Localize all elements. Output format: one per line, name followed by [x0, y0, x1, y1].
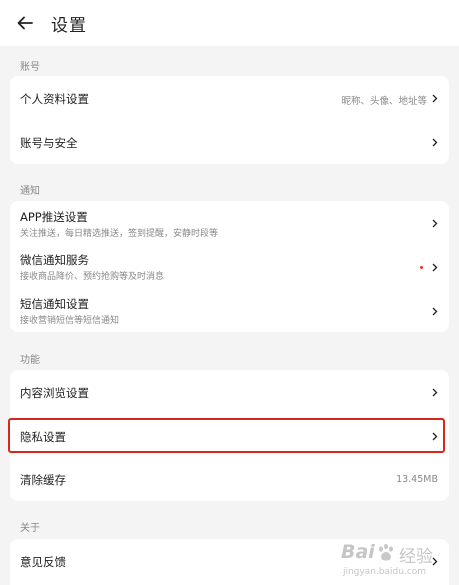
- row-clear-cache[interactable]: 清除缓存 13.45MB: [10, 457, 449, 501]
- row-privacy-settings[interactable]: 隐私设置: [10, 414, 449, 457]
- watermark-brand-cn: 经验: [399, 547, 433, 567]
- row-account-security[interactable]: 账号与安全: [10, 120, 449, 164]
- section-label-notify: 通知: [20, 186, 40, 197]
- section-label-about: 关于: [20, 523, 40, 534]
- page-title: 设置: [51, 16, 87, 36]
- row-content-browse-settings[interactable]: 内容浏览设置: [10, 370, 449, 414]
- notify-card: APP推送设置 关注推送，每日精选推送，签到提醒，安静时段等 微信通知服务 接收…: [10, 201, 449, 332]
- watermark-brand: Bai: [341, 541, 375, 563]
- chevron-right-icon: [432, 263, 438, 272]
- chevron-right-icon: [432, 432, 438, 441]
- top-bar: 设置: [0, 0, 459, 46]
- row-title: 账号与安全: [20, 136, 78, 150]
- row-title: 短信通知设置: [20, 297, 89, 311]
- row-title: 隐私设置: [20, 430, 66, 444]
- chevron-right-icon: [432, 388, 438, 397]
- row-profile-settings[interactable]: 个人资料设置 昵称、头像、地址等: [10, 76, 449, 120]
- row-title: 内容浏览设置: [20, 386, 89, 400]
- section-label-feature: 功能: [20, 355, 40, 366]
- row-title: 清除缓存: [20, 473, 66, 487]
- row-app-push-settings[interactable]: APP推送设置 关注推送，每日精选推送，签到提醒，安静时段等: [10, 201, 449, 245]
- section-label-account: 账号: [20, 62, 40, 73]
- paw-icon: [379, 543, 393, 561]
- row-subtitle: 接收商品降价、预约抢购等及时消息: [20, 272, 165, 282]
- row-subtitle: 接收营销短信等短信通知: [20, 316, 120, 326]
- chevron-right-icon: [432, 94, 438, 103]
- cache-size: 13.45MB: [396, 474, 438, 485]
- row-sms-notify[interactable]: 短信通知设置 接收营销短信等短信通知: [10, 289, 449, 332]
- chevron-right-icon: [432, 219, 438, 228]
- row-title: 意见反馈: [20, 555, 66, 569]
- account-card: 个人资料设置 昵称、头像、地址等 账号与安全: [10, 76, 449, 164]
- unread-dot-badge: [420, 266, 423, 269]
- arrow-left-icon[interactable]: [15, 13, 35, 33]
- row-title: APP推送设置: [20, 210, 88, 224]
- chevron-right-icon: [432, 138, 438, 147]
- row-detail: 昵称、头像、地址等: [341, 96, 427, 107]
- row-subtitle: 关注推送，每日精选推送，签到提醒，安静时段等: [20, 229, 219, 239]
- feature-card: 内容浏览设置 隐私设置 清除缓存 13.45MB: [10, 370, 449, 501]
- row-wechat-notify[interactable]: 微信通知服务 接收商品降价、预约抢购等及时消息: [10, 245, 449, 289]
- watermark-url: jingyan.baidu.com: [343, 567, 427, 577]
- row-title: 个人资料设置: [20, 92, 89, 106]
- chevron-right-icon: [432, 307, 438, 316]
- row-title: 微信通知服务: [20, 253, 89, 267]
- baidu-jingyan-watermark: Bai 经验 jingyan.baidu.com: [337, 541, 449, 581]
